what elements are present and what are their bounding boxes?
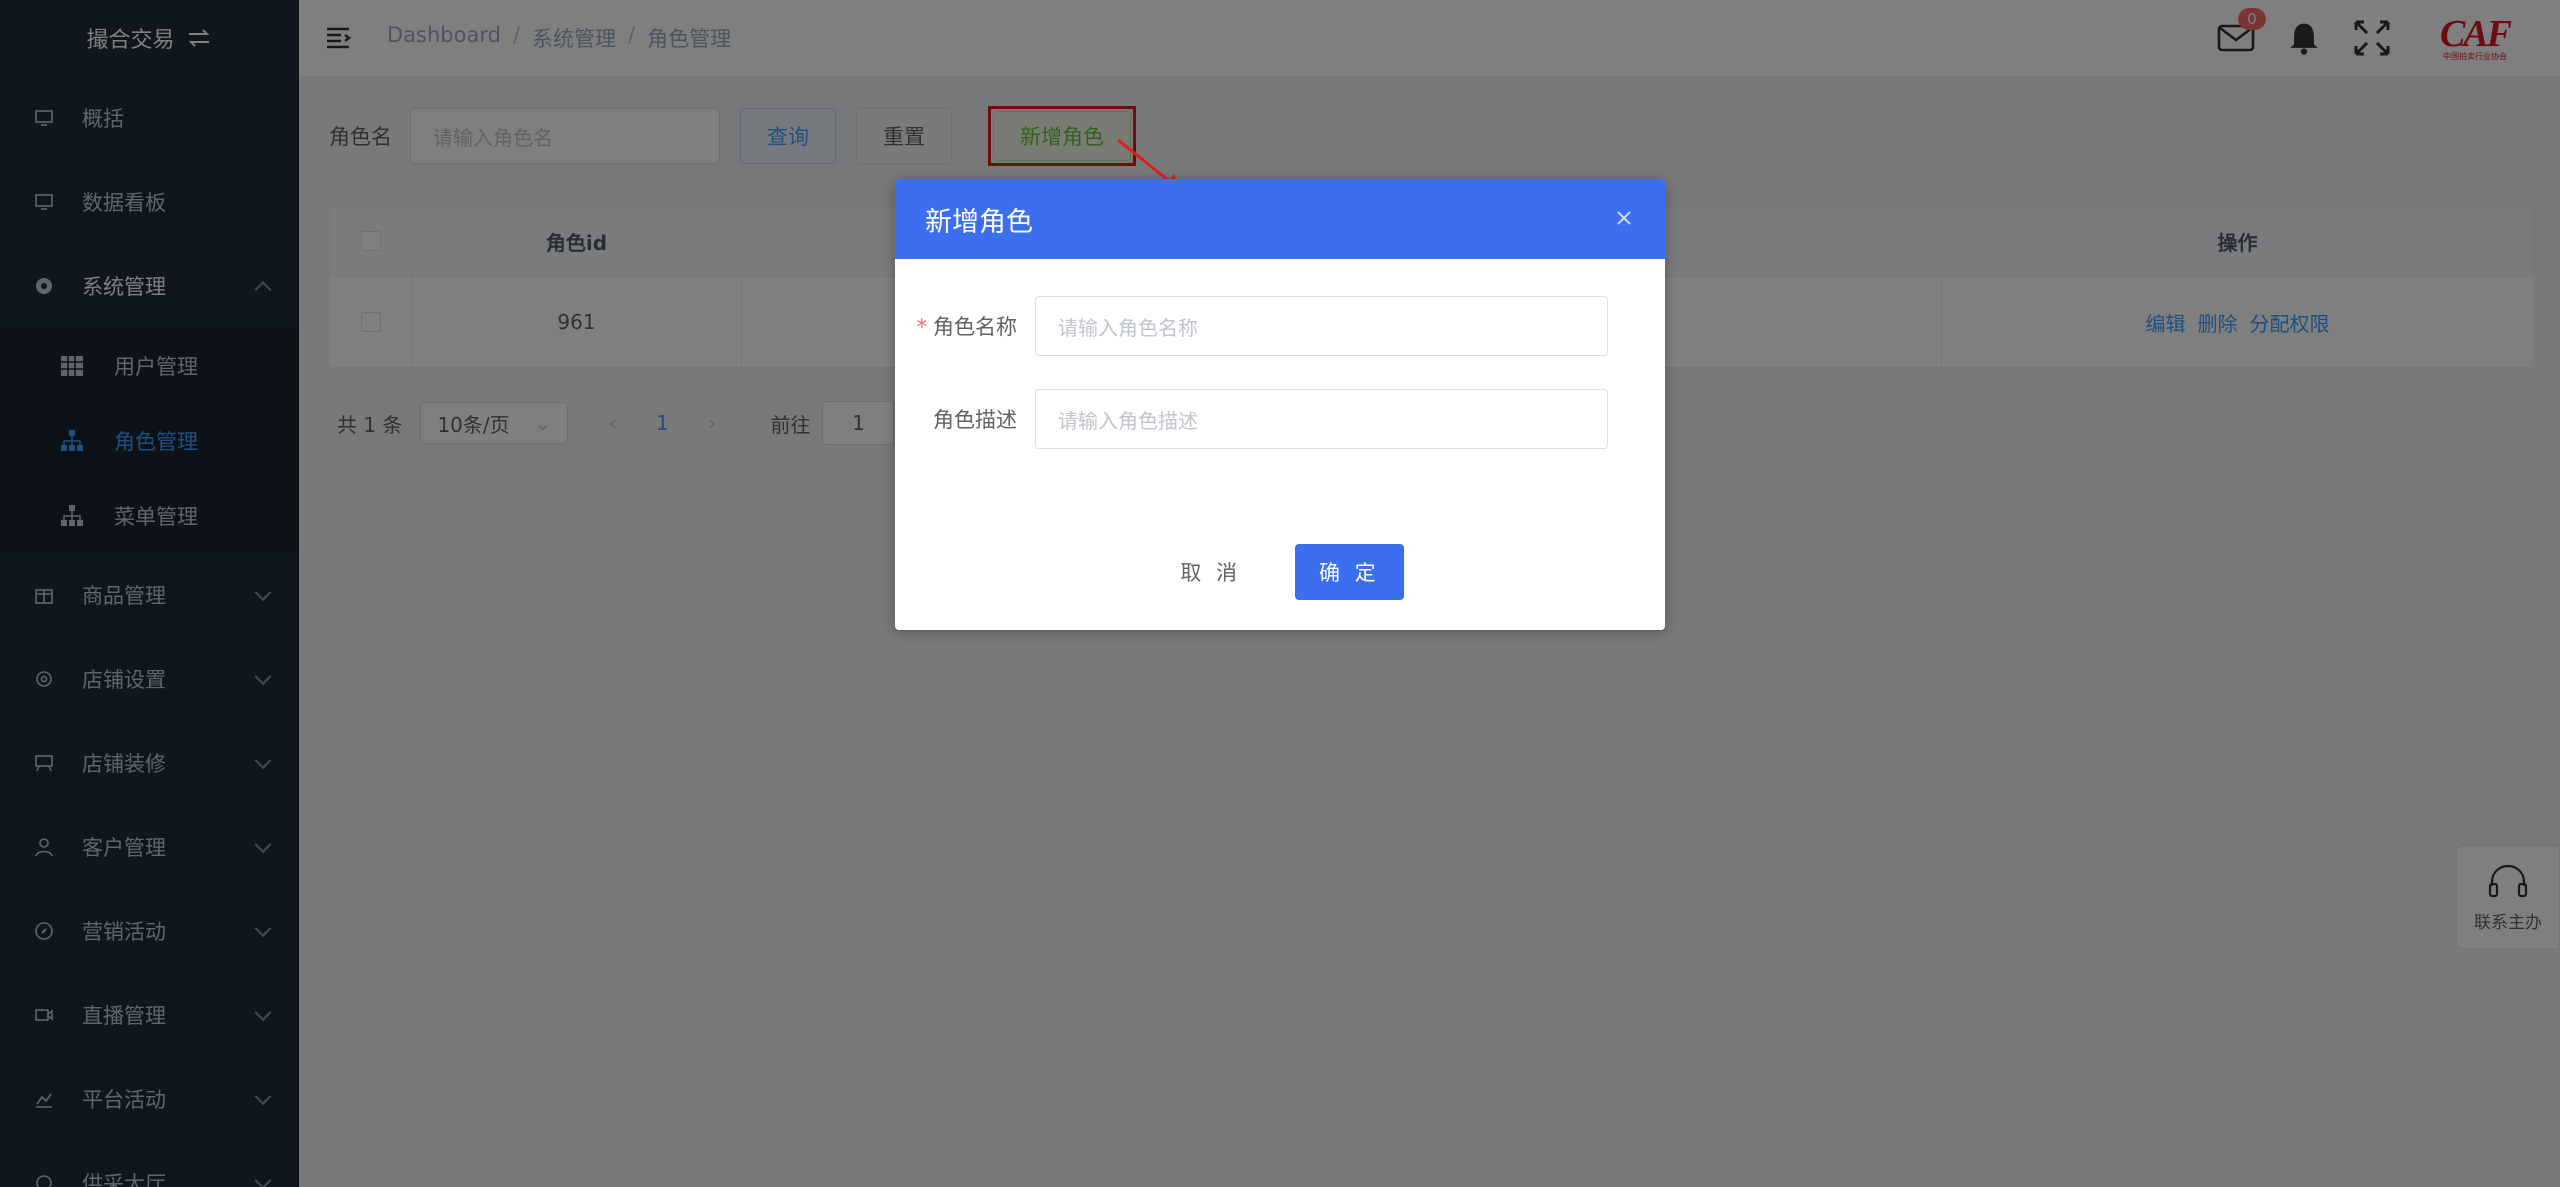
role-name-field[interactable]: 请输入角色名称 [1035, 296, 1608, 356]
confirm-button[interactable]: 确 定 [1295, 544, 1404, 600]
role-desc-row: 角色描述 请输入角色描述 [895, 389, 1665, 449]
required-asterisk: * [916, 315, 928, 339]
cancel-button[interactable]: 取 消 [1156, 544, 1265, 600]
dialog-footer: 取 消 确 定 [895, 544, 1665, 600]
role-desc-field[interactable]: 请输入角色描述 [1035, 389, 1608, 449]
dialog-body: * 角色名称 请输入角色名称 角色描述 请输入角色描述 [895, 259, 1665, 449]
role-desc-field-label: 角色描述 [933, 408, 1017, 432]
close-icon[interactable] [1613, 207, 1635, 229]
dialog-header: 新增角色 [895, 179, 1665, 259]
role-name-row: * 角色名称 请输入角色名称 [895, 296, 1665, 356]
role-name-field-label: * 角色名称 [916, 315, 1018, 339]
add-role-dialog: 新增角色 * 角色名称 请输入角色名称 角色描述 请输入角色描述 取 消 确 定 [895, 179, 1665, 630]
dialog-title: 新增角色 [925, 206, 1033, 238]
